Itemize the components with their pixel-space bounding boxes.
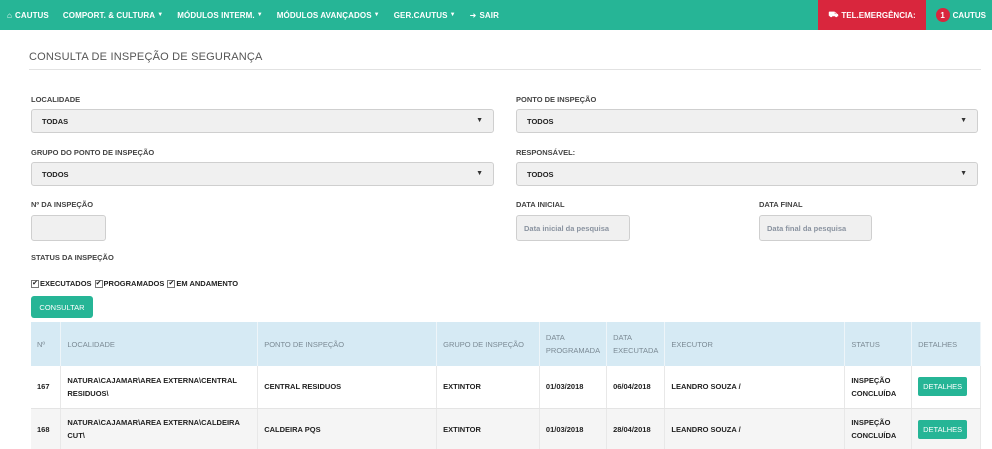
numero-input[interactable] bbox=[31, 215, 106, 241]
ponto-select[interactable]: TODOS ▼ bbox=[516, 109, 978, 133]
cell-localidade: NATURA\CAJAMAR\AREA EXTERNA\CALDEIRA CUT… bbox=[60, 408, 259, 449]
home-icon: ⌂ bbox=[7, 10, 12, 20]
caret-down-icon: ▼ bbox=[256, 12, 263, 18]
checkbox-checked-icon[interactable]: ✔ bbox=[31, 279, 39, 288]
user-menu[interactable]: 1 CAUTUS bbox=[935, 8, 992, 22]
status-option-em-andamento[interactable]: ✔ EM ANDAMENTO bbox=[167, 279, 238, 288]
ponto-value: TODOS bbox=[527, 116, 554, 126]
nav-item-label: COMPORT. & CULTURA bbox=[62, 10, 156, 20]
caret-down-icon: ▼ bbox=[449, 12, 456, 18]
col-header-status: STATUS bbox=[844, 322, 913, 366]
cell-status: INSPEÇÃO CONCLUÍDA bbox=[844, 366, 913, 409]
page-title: CONSULTA DE INSPEÇÃO DE SEGURANÇA bbox=[29, 51, 263, 63]
cell-num: 167 bbox=[31, 366, 62, 409]
caret-down-icon: ▼ bbox=[373, 12, 380, 18]
cell-status: INSPEÇÃO CONCLUÍDA bbox=[844, 408, 913, 449]
col-header-detalhes: DETALHES bbox=[911, 322, 981, 366]
nav-item-label: MÓDULOS INTERM. bbox=[177, 10, 255, 20]
col-header-localidade: LOCALIDADE bbox=[60, 322, 259, 366]
cell-detalhes: DETALHES bbox=[911, 408, 981, 449]
cell-data-programada: 01/03/2018 bbox=[539, 408, 608, 449]
checkbox-checked-icon[interactable]: ✔ bbox=[94, 279, 103, 288]
nav-item-label: MÓDULOS AVANÇADOS bbox=[276, 10, 372, 20]
col-header-data-executada: DATA EXECUTADA bbox=[606, 322, 666, 366]
data-final-input[interactable]: Data final da pesquisa bbox=[759, 215, 872, 241]
chevron-down-icon: ▼ bbox=[476, 117, 483, 124]
emergency-label: TEL.EMERGÊNCIA: bbox=[841, 10, 916, 20]
cell-ponto: CALDEIRA PQS bbox=[257, 408, 438, 449]
cell-data-programada: 01/03/2018 bbox=[539, 366, 608, 409]
cell-grupo: EXTINTOR bbox=[436, 408, 540, 449]
grupo-label: GRUPO DO PONTO DE INSPEÇÃO bbox=[31, 148, 155, 157]
cell-executor: LEANDRO SOUZA / bbox=[664, 366, 846, 409]
cell-data-executada: 28/04/2018 bbox=[606, 408, 666, 449]
col-header-grupo: GRUPO DE INSPEÇÃO bbox=[436, 322, 540, 366]
data-final-label: DATA FINAL bbox=[759, 200, 803, 209]
status-checkboxes: ✔ EXECUTADOS ✔ PROGRAMADOS ✔ EM ANDAMENT… bbox=[31, 279, 241, 288]
col-header-executor: EXECUTOR bbox=[664, 322, 846, 366]
nav-ger-cautus[interactable]: GER.CAUTUS ▼ bbox=[387, 0, 463, 30]
detalhes-button[interactable]: DETALHES bbox=[918, 419, 968, 439]
status-option-label: EXECUTADOS bbox=[40, 279, 92, 288]
responsavel-label: RESPONSÁVEL: bbox=[516, 148, 576, 157]
localidade-value: TODAS bbox=[42, 116, 69, 126]
numero-label: Nº DA INSPEÇÃO bbox=[31, 200, 94, 209]
nav-home-label: CAUTUS bbox=[14, 10, 49, 20]
chevron-down-icon: ▼ bbox=[960, 170, 967, 177]
consultar-button[interactable]: CONSULTAR bbox=[31, 296, 93, 318]
grupo-value: TODOS bbox=[42, 169, 69, 179]
table-row: 168 NATURA\CAJAMAR\AREA EXTERNA\CALDEIRA… bbox=[31, 408, 981, 449]
status-option-executados[interactable]: ✔ EXECUTADOS bbox=[31, 279, 92, 288]
chevron-down-icon: ▼ bbox=[960, 117, 967, 124]
nav-logout[interactable]: ➜ SAIR bbox=[463, 0, 506, 30]
localidade-select[interactable]: TODAS ▼ bbox=[31, 109, 494, 133]
cell-localidade: NATURA\CAJAMAR\AREA EXTERNA\CENTRAL RESI… bbox=[60, 366, 259, 409]
results-table: Nº LOCALIDADE PONTO DE INSPEÇÃO GRUPO DE… bbox=[31, 322, 981, 449]
col-header-data-programada: DATA PROGRAMADA bbox=[539, 322, 608, 366]
data-inicial-input[interactable]: Data inicial da pesquisa bbox=[516, 215, 630, 241]
cell-ponto: CENTRAL RESIDUOS bbox=[257, 366, 438, 409]
notification-badge: 1 bbox=[935, 8, 950, 22]
localidade-label: LOCALIDADE bbox=[31, 95, 81, 104]
table-header-row: Nº LOCALIDADE PONTO DE INSPEÇÃO GRUPO DE… bbox=[31, 322, 981, 366]
table-row: 167 NATURA\CAJAMAR\AREA EXTERNA\CENTRAL … bbox=[31, 366, 981, 409]
car-icon: ⛟ bbox=[828, 10, 839, 19]
title-divider bbox=[29, 69, 981, 70]
cell-data-executada: 06/04/2018 bbox=[606, 366, 666, 409]
cell-num: 168 bbox=[31, 408, 62, 449]
nav-modulos-avancados[interactable]: MÓDULOS AVANÇADOS ▼ bbox=[270, 0, 387, 30]
ponto-label: PONTO DE INSPEÇÃO bbox=[516, 95, 597, 104]
top-navbar: ⌂ CAUTUS COMPORT. & CULTURA ▼ MÓDULOS IN… bbox=[0, 0, 992, 30]
responsavel-select[interactable]: TODOS ▼ bbox=[516, 162, 978, 186]
cell-executor: LEANDRO SOUZA / bbox=[664, 408, 846, 449]
cell-detalhes: DETALHES bbox=[911, 366, 981, 409]
nav-home[interactable]: ⌂ CAUTUS bbox=[0, 0, 56, 30]
logout-icon: ➜ bbox=[469, 10, 477, 20]
caret-down-icon: ▼ bbox=[157, 12, 164, 18]
nav-modulos-interm[interactable]: MÓDULOS INTERM. ▼ bbox=[170, 0, 270, 30]
status-option-programados[interactable]: ✔ PROGRAMADOS bbox=[94, 279, 165, 288]
col-header-ponto: PONTO DE INSPEÇÃO bbox=[257, 322, 438, 366]
chevron-down-icon: ▼ bbox=[476, 170, 483, 177]
nav-item-label: GER.CAUTUS bbox=[393, 10, 448, 20]
responsavel-value: TODOS bbox=[527, 169, 554, 179]
cell-grupo: EXTINTOR bbox=[436, 366, 540, 409]
data-inicial-label: DATA INICIAL bbox=[516, 200, 565, 209]
detalhes-button[interactable]: DETALHES bbox=[918, 377, 968, 397]
status-label: STATUS DA INSPEÇÃO bbox=[31, 253, 114, 262]
user-name: CAUTUS bbox=[952, 10, 986, 20]
emergency-phone-button[interactable]: ⛟ TEL.EMERGÊNCIA: bbox=[818, 0, 926, 30]
status-option-label: PROGRAMADOS bbox=[103, 279, 165, 288]
nav-logout-label: SAIR bbox=[479, 10, 499, 20]
col-header-num: Nº bbox=[31, 322, 62, 366]
status-option-label: EM ANDAMENTO bbox=[176, 279, 239, 288]
grupo-select[interactable]: TODOS ▼ bbox=[31, 162, 494, 186]
checkbox-checked-icon[interactable]: ✔ bbox=[167, 279, 176, 288]
nav-comport-cultura[interactable]: COMPORT. & CULTURA ▼ bbox=[56, 0, 170, 30]
